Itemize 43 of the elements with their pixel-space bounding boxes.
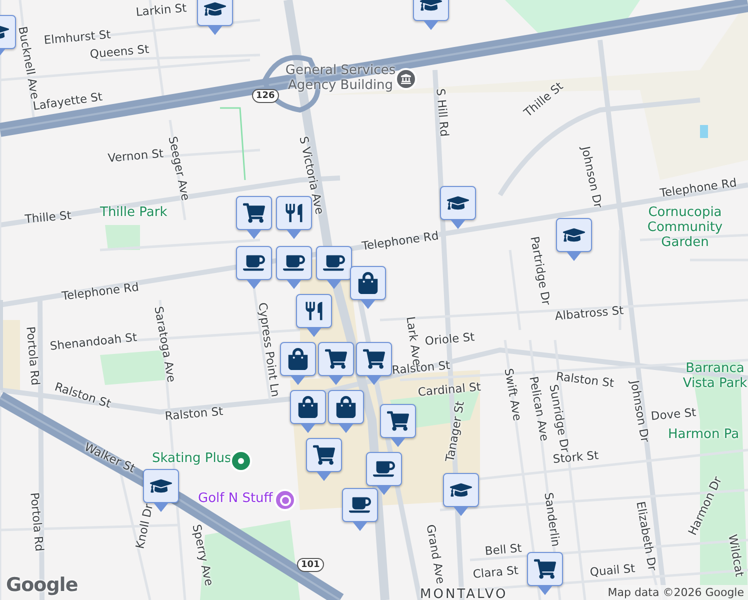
- street-label: Sperry Ave: [190, 523, 216, 588]
- street-label: Telephone Rd: [61, 280, 140, 304]
- park-label: Barranca Vista Park: [682, 362, 748, 392]
- street-label: Swift Ave: [502, 367, 524, 422]
- street-label: Seeger Ave: [166, 135, 192, 202]
- map-logo: Google: [6, 574, 78, 596]
- street-label: Oriole St: [424, 330, 476, 348]
- highway-shield: 126: [252, 89, 279, 103]
- street-label: Grand Ave: [424, 523, 447, 585]
- street-label: Sanderlin: [541, 492, 562, 548]
- street-label: Cardinal St: [417, 380, 482, 400]
- street-label: Partridge Dr: [528, 235, 553, 306]
- street-label: Ralston St: [164, 404, 224, 424]
- street-label: Bell St: [484, 542, 522, 558]
- street-label: Dove St: [650, 406, 697, 424]
- park-label: Cornucopia Community Garden: [646, 206, 724, 251]
- street-label: Telephone Rd: [659, 176, 738, 200]
- street-label: Tanager St: [444, 400, 468, 463]
- street-label: S Victoria Ave: [296, 135, 326, 216]
- street-label: Saratoga Ave: [152, 305, 178, 384]
- street-label: Wildcat: [726, 533, 746, 578]
- street-label: Telephone Rd: [361, 229, 440, 254]
- street-label: Elizabeth Dr: [634, 500, 659, 572]
- street-label: Cypress Point Ln: [255, 302, 282, 398]
- place-label: Golf N Stuff: [198, 492, 273, 507]
- street-label: S Hill Rd: [433, 88, 451, 138]
- highway-shield: 101: [297, 558, 324, 572]
- street-label: Johnson Dr: [578, 145, 604, 210]
- street-label: Knoll Dr: [134, 502, 156, 550]
- area-label: MONTALVO: [420, 588, 508, 600]
- street-label: Johnson Dr: [628, 379, 652, 444]
- street-label: Thille St: [24, 208, 72, 226]
- street-label: Portola Rd: [23, 326, 42, 386]
- street-label: Clara St: [472, 564, 519, 582]
- park-label: Harmon Pa: [668, 428, 740, 443]
- park-label: Thille Park: [100, 206, 168, 221]
- park-label: Skating Plus: [152, 452, 232, 467]
- street-label: Portola Rd: [27, 492, 46, 552]
- street-label: Quail St: [589, 562, 636, 580]
- street-label: Shenandoah St: [49, 330, 138, 354]
- street-label: Vernon St: [107, 147, 164, 166]
- street-label: Albatross St: [554, 304, 624, 324]
- street-label: Larkin St: [135, 2, 188, 20]
